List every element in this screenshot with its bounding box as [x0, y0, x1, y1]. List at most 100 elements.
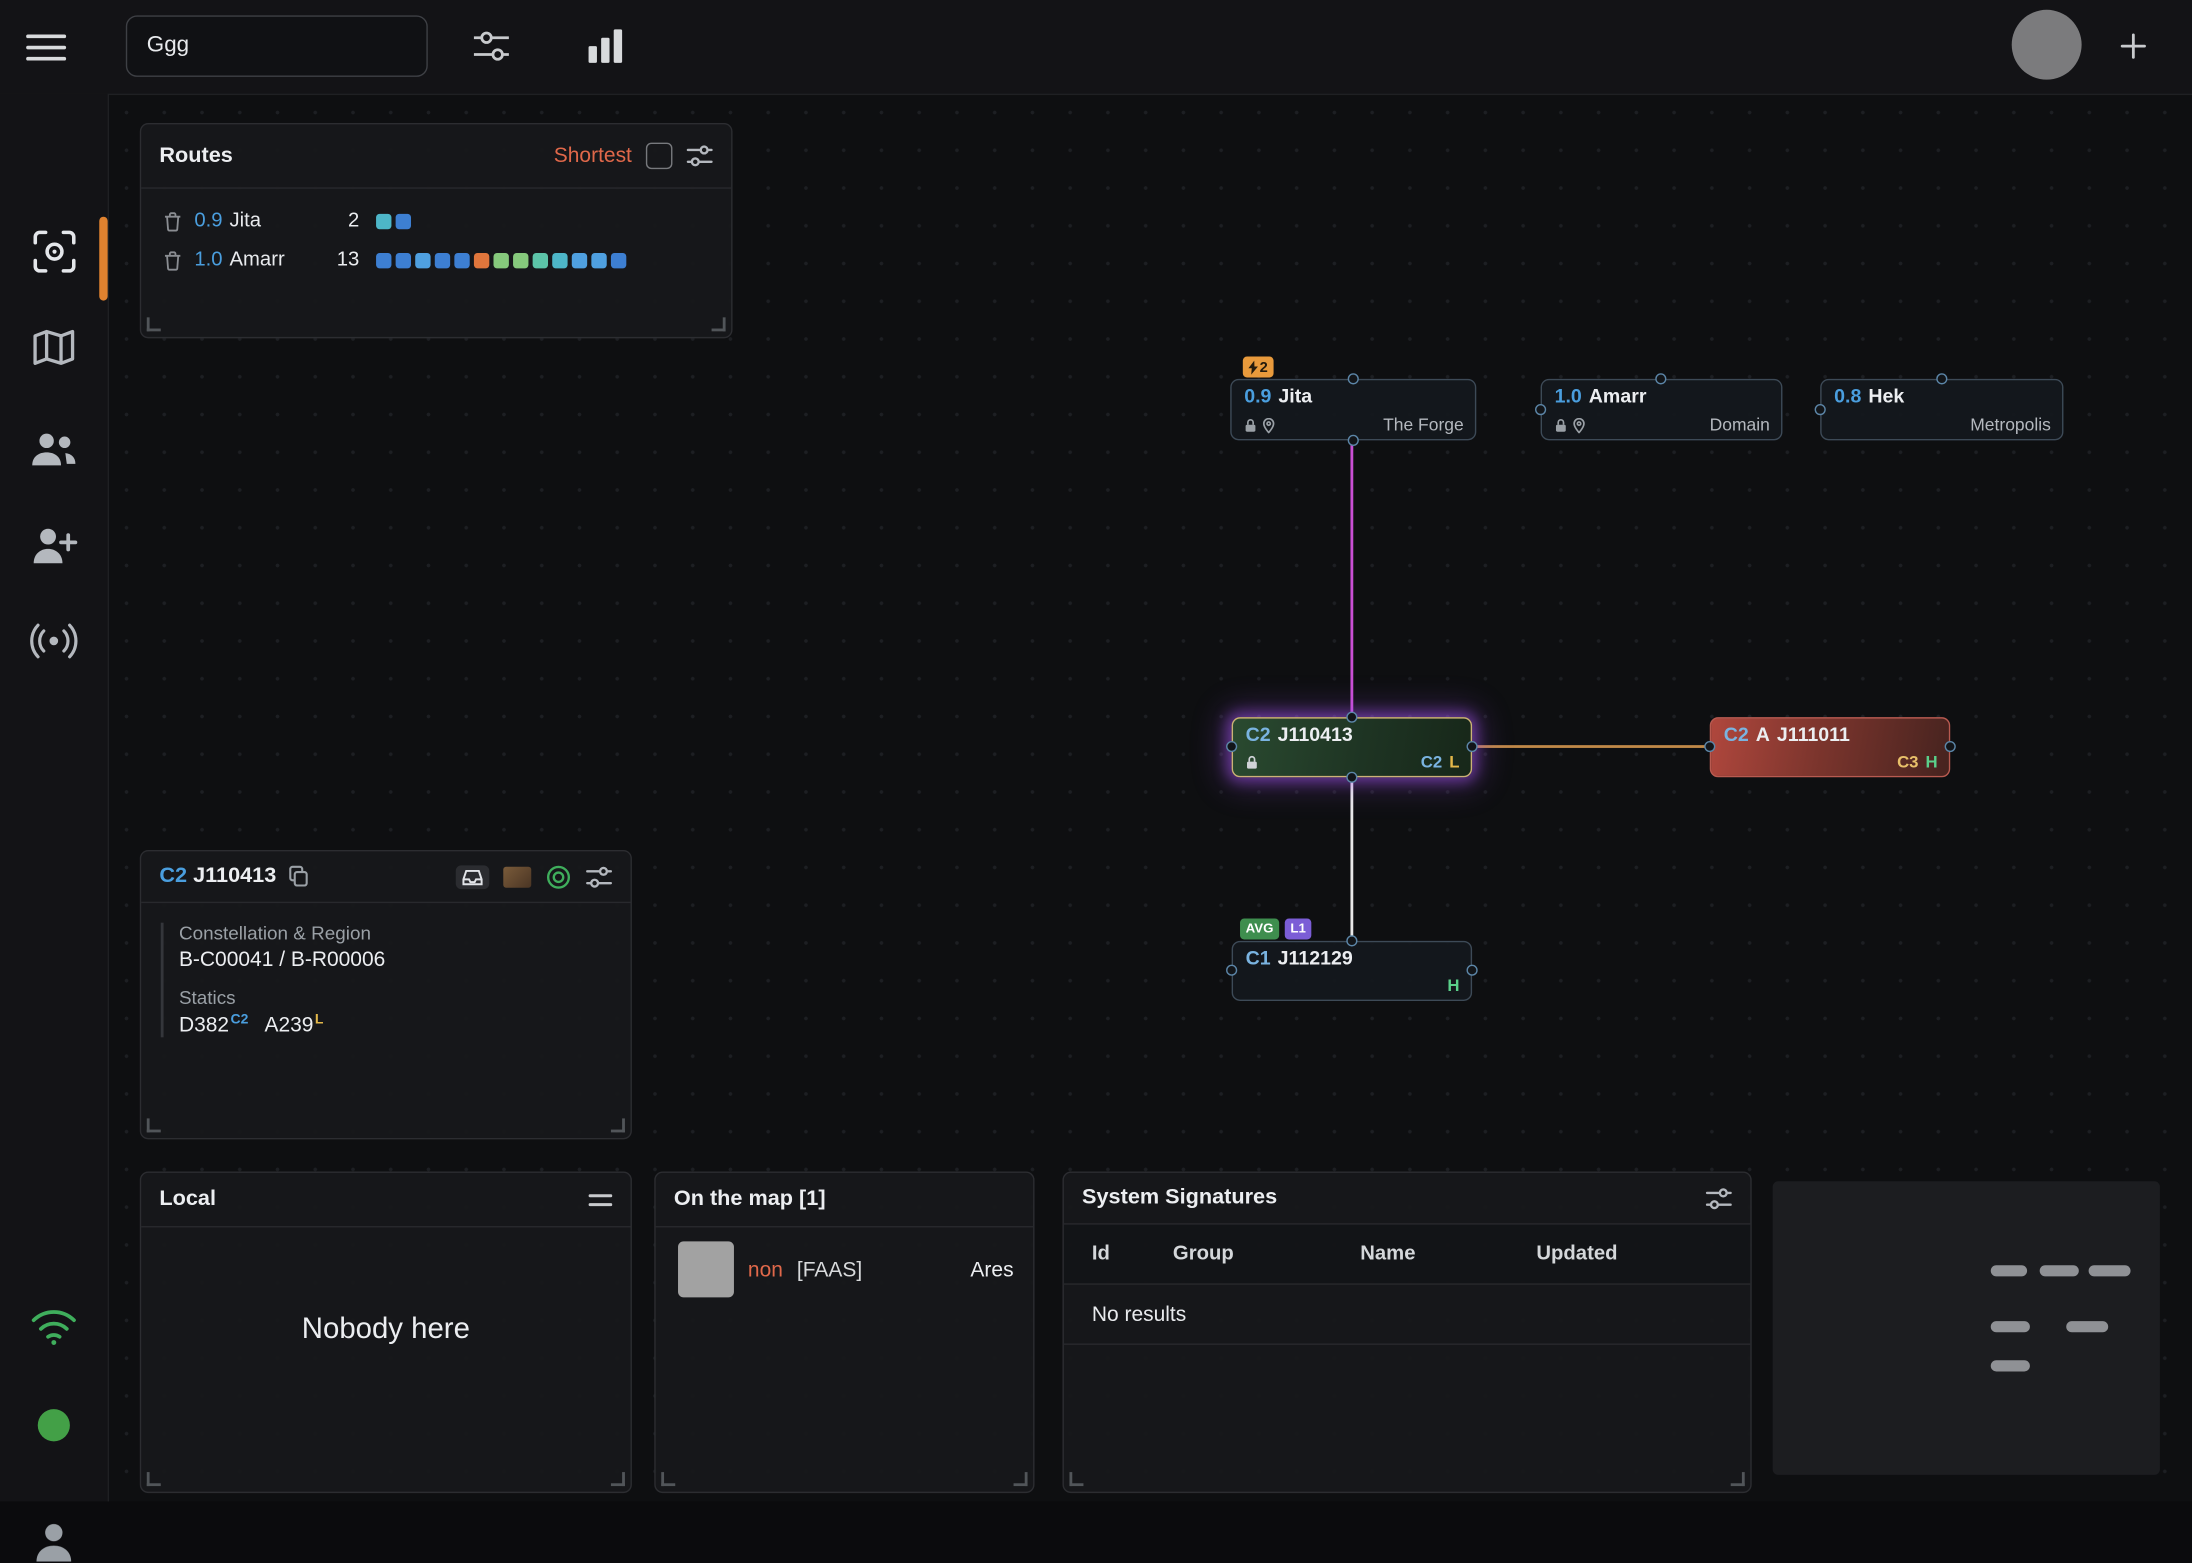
connector-dot[interactable]	[1535, 404, 1546, 415]
route-destination[interactable]: Jita	[230, 210, 262, 232]
resize-handle[interactable]	[1731, 1472, 1745, 1486]
resize-handle[interactable]	[611, 1472, 625, 1486]
connector-dot[interactable]	[1346, 935, 1357, 946]
wormhole-class: C2	[1246, 723, 1271, 747]
skeleton-bar	[2040, 1265, 2079, 1276]
sidebar-item-follow[interactable]	[0, 524, 108, 565]
routes-mode-checkbox[interactable]	[646, 143, 673, 170]
bolt-icon	[1248, 360, 1258, 374]
stats-icon[interactable]	[584, 25, 626, 67]
add-icon[interactable]	[2114, 27, 2153, 66]
route-destination[interactable]: Amarr	[230, 249, 285, 271]
column-updated[interactable]: Updated	[1536, 1243, 1750, 1265]
delete-route-icon[interactable]	[164, 250, 186, 271]
system-name: Jita	[1278, 384, 1312, 408]
pilot-corp-ticker: [FAAS]	[797, 1258, 862, 1282]
user-profile[interactable]	[0, 1520, 108, 1563]
connector-dot[interactable]	[1655, 373, 1666, 384]
map-node-jita[interactable]: 2 0.9 Jita The Forge	[1230, 379, 1476, 441]
wormhole-class: C1	[1246, 946, 1271, 970]
static-class: C3	[1897, 752, 1918, 772]
pilot-row[interactable]: non [FAAS] Ares	[656, 1227, 1033, 1297]
system-flag: A	[1756, 723, 1770, 747]
routes-mode-label[interactable]: Shortest	[554, 144, 632, 168]
region-label: Domain	[1710, 415, 1770, 435]
map-node-hek[interactable]: 0.8 Hek Metropolis	[1820, 379, 2063, 441]
route-row-jita[interactable]: 0.9 Jita 2	[141, 201, 731, 240]
resize-handle[interactable]	[147, 1118, 161, 1132]
connector-dot[interactable]	[1226, 741, 1237, 752]
person-icon	[32, 1520, 75, 1563]
route-row-amarr[interactable]: 1.0 Amarr 13	[141, 240, 731, 279]
signatures-settings-icon[interactable]	[1706, 1186, 1733, 1210]
local-title: Local	[159, 1187, 216, 1212]
sidebar-item-characters[interactable]	[0, 428, 108, 469]
column-id[interactable]: Id	[1092, 1243, 1173, 1265]
connector-dot[interactable]	[1467, 965, 1478, 976]
sidebar-item-map[interactable]	[0, 326, 108, 369]
connector-dot[interactable]	[1704, 741, 1715, 752]
resize-handle[interactable]	[147, 317, 161, 331]
map-node-j112129[interactable]: AVG L1 C1 J112129 H	[1232, 941, 1472, 1001]
signatures-panel: System Signatures Id Group Name Updated …	[1062, 1172, 1751, 1494]
connector-dot[interactable]	[1348, 373, 1359, 384]
connector-dot[interactable]	[1346, 772, 1357, 783]
connector-dot[interactable]	[1226, 965, 1237, 976]
users-icon	[29, 428, 78, 469]
local-menu-icon[interactable]	[589, 1190, 613, 1208]
connector-dot[interactable]	[1467, 741, 1478, 752]
static-sec: L	[1449, 752, 1459, 772]
connector-dot[interactable]	[1348, 435, 1359, 446]
local-empty-text: Nobody here	[141, 1313, 630, 1347]
system-name: Hek	[1868, 384, 1904, 408]
avatar[interactable]	[2012, 10, 2082, 80]
focus-icon	[29, 226, 79, 276]
on-map-title: On the map [1]	[674, 1187, 826, 1212]
person-add-icon	[29, 524, 78, 565]
menu-icon[interactable]	[25, 31, 67, 65]
pin-icon	[1573, 417, 1586, 432]
skeleton-bar	[1991, 1321, 2030, 1332]
security-status: 0.9	[1244, 384, 1271, 408]
connector-dot[interactable]	[1815, 404, 1826, 415]
resize-handle[interactable]	[1014, 1472, 1028, 1486]
route-jump-count: 2	[317, 210, 359, 232]
tray-icon[interactable]	[456, 865, 490, 889]
filter-icon[interactable]	[473, 29, 511, 63]
lock-icon	[1244, 417, 1257, 432]
skeleton-bar	[1991, 1360, 2030, 1371]
routes-settings-icon[interactable]	[686, 144, 713, 168]
map-name-input[interactable]	[126, 15, 428, 77]
connection-j110413-j111011[interactable]	[1472, 745, 1710, 748]
connection-jita-j110413[interactable]	[1350, 440, 1353, 717]
resize-handle[interactable]	[661, 1472, 675, 1486]
resize-handle[interactable]	[712, 317, 726, 331]
map-node-j110413[interactable]: C2 J110413 C2 L	[1232, 717, 1472, 777]
static-class: C2	[1421, 752, 1442, 772]
sidebar-item-signals[interactable]	[0, 622, 108, 660]
statics-value: D382C2 A239L	[179, 1012, 611, 1037]
resize-handle[interactable]	[611, 1118, 625, 1132]
column-name[interactable]: Name	[1360, 1243, 1536, 1265]
security-status: 1.0	[1555, 384, 1582, 408]
sidebar-item-tracking[interactable]	[0, 226, 108, 276]
target-icon[interactable]	[545, 863, 572, 890]
system-thumbnail[interactable]	[503, 866, 531, 887]
connector-dot[interactable]	[1346, 712, 1357, 723]
signatures-title: System Signatures	[1082, 1186, 1277, 1211]
connector-dot[interactable]	[1936, 373, 1947, 384]
constellation-region-label: Constellation & Region	[179, 923, 611, 944]
resize-handle[interactable]	[1069, 1472, 1083, 1486]
connector-dot[interactable]	[1945, 741, 1956, 752]
routes-panel: Routes Shortest 0.9 Jita 2	[140, 123, 733, 338]
map-node-amarr[interactable]: 1.0 Amarr Domain	[1541, 379, 1783, 441]
column-group[interactable]: Group	[1173, 1243, 1360, 1265]
info-settings-icon[interactable]	[586, 865, 613, 889]
resize-handle[interactable]	[147, 1472, 161, 1486]
map-node-j111011[interactable]: C2 A J111011 C3 H	[1710, 717, 1950, 777]
delete-route-icon[interactable]	[164, 210, 186, 231]
map-icon	[31, 326, 77, 369]
connection-j110413-j112129[interactable]	[1350, 777, 1353, 941]
copy-icon[interactable]	[287, 865, 308, 887]
left-sidebar	[0, 94, 109, 1502]
